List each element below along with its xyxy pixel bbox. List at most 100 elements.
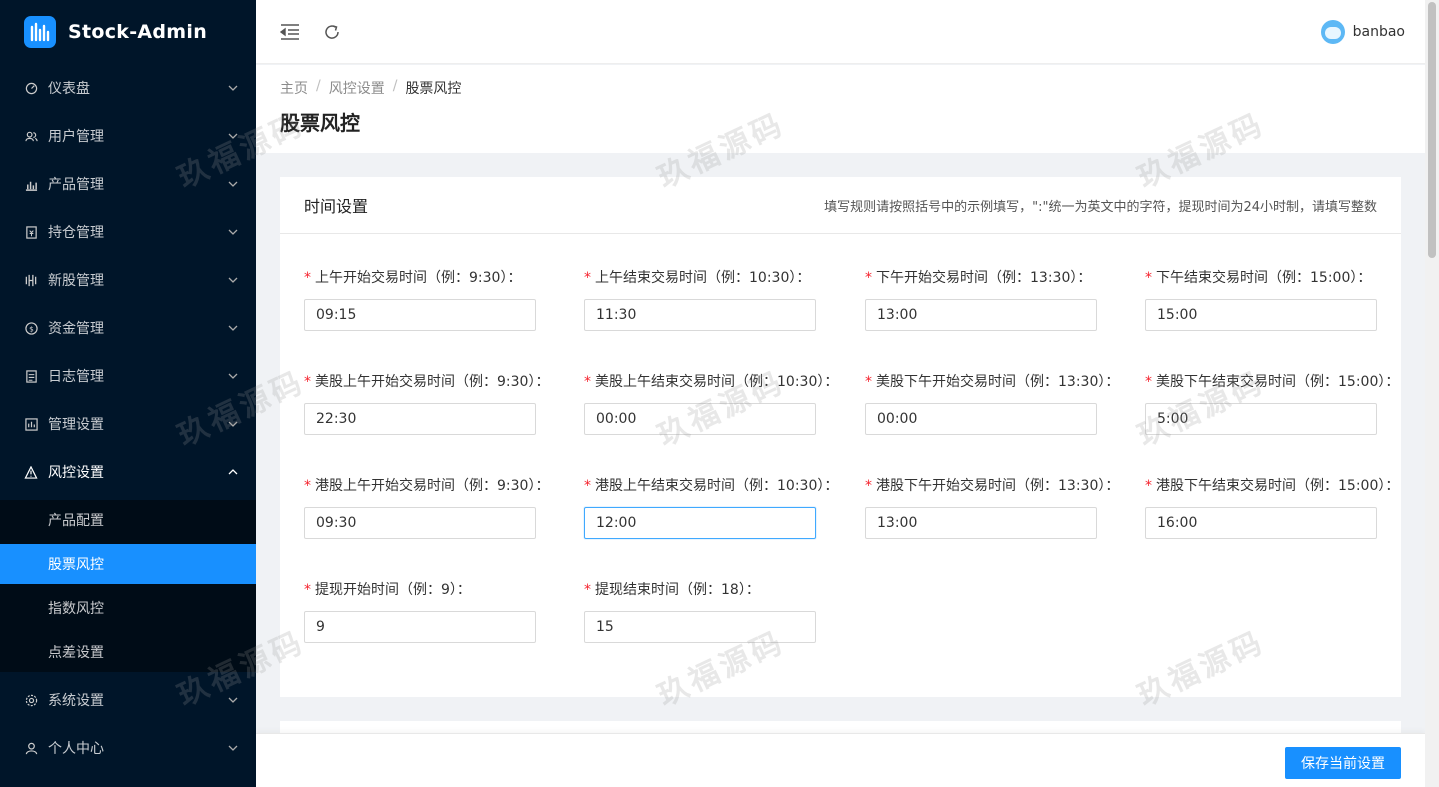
sidebar-item-label: 系统设置 [48, 693, 104, 709]
am-end-time-input[interactable] [584, 299, 816, 331]
chevron-down-icon [228, 743, 238, 753]
position-icon [24, 225, 38, 239]
time-settings-card: 时间设置 填写规则请按照括号中的示例填写，":"统一为英文中的字符，提现时间为2… [280, 177, 1401, 697]
menu-fold-button[interactable] [278, 20, 302, 44]
card-header: 时间设置 填写规则请按照括号中的示例填写，":"统一为英文中的字符，提现时间为2… [280, 177, 1401, 234]
field-label: * 港股下午开始交易时间（例：13:30）： [865, 478, 1120, 494]
sidebar-subitem-spread-settings[interactable]: 点差设置 [0, 632, 256, 672]
us-am-end-time-input[interactable] [584, 403, 816, 435]
breadcrumb: 主页 / 风控设置 / 股票风控 [280, 78, 1425, 98]
sidebar-subitem-index-risk[interactable]: 指数风控 [0, 588, 256, 628]
footer-toolbar: 保存当前设置 [256, 733, 1425, 787]
sidebar-item-label: 产品管理 [48, 177, 104, 193]
form-item: * 美股上午结束交易时间（例：10:30）： [584, 371, 864, 435]
chevron-down-icon [228, 371, 238, 381]
field-label: * 港股下午结束交易时间（例：15:00）： [1145, 478, 1400, 494]
us-am-start-time-input[interactable] [304, 403, 536, 435]
field-label: * 美股上午开始交易时间（例：9:30）： [304, 374, 550, 390]
us-pm-start-time-input[interactable] [865, 403, 1097, 435]
vertical-scrollbar[interactable] [1425, 0, 1439, 787]
page-header: 主页 / 风控设置 / 股票风控 股票风控 [256, 65, 1425, 153]
sidebar-item-system-settings[interactable]: 系统设置 [0, 676, 256, 724]
sidebar-subitem-product-config[interactable]: 产品配置 [0, 500, 256, 540]
field-label: * 港股上午结束交易时间（例：10:30）： [584, 478, 839, 494]
sidebar-item-logs[interactable]: 日志管理 [0, 352, 256, 400]
sidebar-item-funds[interactable]: $ 资金管理 [0, 304, 256, 352]
form-item: * 提现结束时间（例：18）： [584, 579, 864, 643]
sidebar-item-dashboard[interactable]: 仪表盘 [0, 64, 256, 112]
sidebar-subitem-label: 点差设置 [48, 645, 104, 661]
form-item: * 上午开始交易时间（例：9:30）： [304, 267, 584, 331]
sidebar-subitem-label: 股票风控 [48, 557, 104, 573]
chevron-down-icon [228, 275, 238, 285]
sidebar-item-risk-control[interactable]: 风控设置 [0, 448, 256, 496]
sidebar-item-label: 仪表盘 [48, 81, 90, 97]
sidebar-item-products[interactable]: 产品管理 [0, 160, 256, 208]
scrollbar-thumb[interactable] [1428, 2, 1436, 258]
breadcrumb-home[interactable]: 主页 [280, 78, 308, 98]
svg-text:$: $ [29, 324, 34, 333]
hk-am-end-time-input[interactable] [584, 507, 816, 539]
chevron-down-icon [228, 695, 238, 705]
user-icon [24, 741, 38, 755]
chevron-down-icon [228, 227, 238, 237]
field-label: * 美股上午结束交易时间（例：10:30）： [584, 374, 839, 390]
chevron-down-icon [228, 83, 238, 93]
breadcrumb-parent[interactable]: 风控设置 [329, 78, 385, 98]
user-menu[interactable]: banbao [1320, 20, 1405, 44]
chevron-down-icon [228, 419, 238, 429]
hk-am-start-time-input[interactable] [304, 507, 536, 539]
sidebar-item-label: 用户管理 [48, 129, 104, 145]
withdraw-start-time-input[interactable] [304, 611, 536, 643]
sidebar-item-label: 日志管理 [48, 369, 104, 385]
menu-fold-icon [280, 23, 299, 40]
avatar [1320, 20, 1345, 44]
admin-settings-icon [24, 417, 38, 431]
pm-start-time-input[interactable] [865, 299, 1097, 331]
form-item: * 港股上午结束交易时间（例：10:30）： [584, 475, 864, 539]
sidebar-item-positions[interactable]: 持仓管理 [0, 208, 256, 256]
logo[interactable]: Stock-Admin [0, 0, 256, 64]
sidebar-subitem-label: 产品配置 [48, 513, 104, 529]
us-pm-end-time-input[interactable] [1145, 403, 1377, 435]
card-title: 时间设置 [304, 197, 369, 216]
sidebar-subitem-stock-risk[interactable]: 股票风控 [0, 544, 256, 584]
sidebar-item-label: 持仓管理 [48, 225, 104, 241]
sidebar: Stock-Admin 仪表盘 用户管理 产品管理 持仓管理 新股管理 $ 资金… [0, 0, 256, 787]
sidebar-item-label: 个人中心 [48, 741, 104, 757]
users-icon [24, 129, 38, 143]
field-label: * 美股下午开始交易时间（例：13:30）： [865, 374, 1120, 390]
field-label: * 下午开始交易时间（例：13:30）： [865, 270, 1092, 286]
field-label: * 上午结束交易时间（例：10:30）： [584, 270, 811, 286]
form-item: * 上午结束交易时间（例：10:30）： [584, 267, 864, 331]
pm-end-time-input[interactable] [1145, 299, 1377, 331]
sidebar-item-label: 新股管理 [48, 273, 104, 289]
save-settings-button[interactable]: 保存当前设置 [1285, 747, 1401, 779]
form-item: * 港股下午开始交易时间（例：13:30）： [865, 475, 1145, 539]
refresh-button[interactable] [320, 20, 344, 44]
sidebar-menu: 仪表盘 用户管理 产品管理 持仓管理 新股管理 $ 资金管理 日志管理 管理设置… [0, 64, 256, 496]
field-label: * 下午结束交易时间（例：15:00）： [1145, 270, 1372, 286]
risk-control-submenu: 产品配置 股票风控 指数风控 点差设置 [0, 500, 256, 672]
ipo-icon [24, 273, 38, 287]
am-start-time-input[interactable] [304, 299, 536, 331]
form-item: * 美股下午结束交易时间（例：15:00）： [1145, 371, 1425, 435]
logo-icon [24, 16, 56, 48]
sidebar-item-label: 资金管理 [48, 321, 104, 337]
chevron-down-icon [228, 323, 238, 333]
field-label: * 提现结束时间（例：18）： [584, 582, 760, 598]
form-item: * 港股上午开始交易时间（例：9:30）： [304, 475, 584, 539]
chevron-up-icon [228, 467, 238, 477]
hk-pm-end-time-input[interactable] [1145, 507, 1377, 539]
hk-pm-start-time-input[interactable] [865, 507, 1097, 539]
withdraw-end-time-input[interactable] [584, 611, 816, 643]
sidebar-item-ipo[interactable]: 新股管理 [0, 256, 256, 304]
refresh-icon [325, 24, 339, 39]
form-item: * 美股下午开始交易时间（例：13:30）： [865, 371, 1145, 435]
sidebar-item-profile[interactable]: 个人中心 [0, 724, 256, 772]
sidebar-item-users[interactable]: 用户管理 [0, 112, 256, 160]
form-item: * 提现开始时间（例：9）： [304, 579, 584, 643]
sidebar-item-admin-settings[interactable]: 管理设置 [0, 400, 256, 448]
chevron-down-icon [228, 179, 238, 189]
user-name: banbao [1352, 24, 1405, 40]
